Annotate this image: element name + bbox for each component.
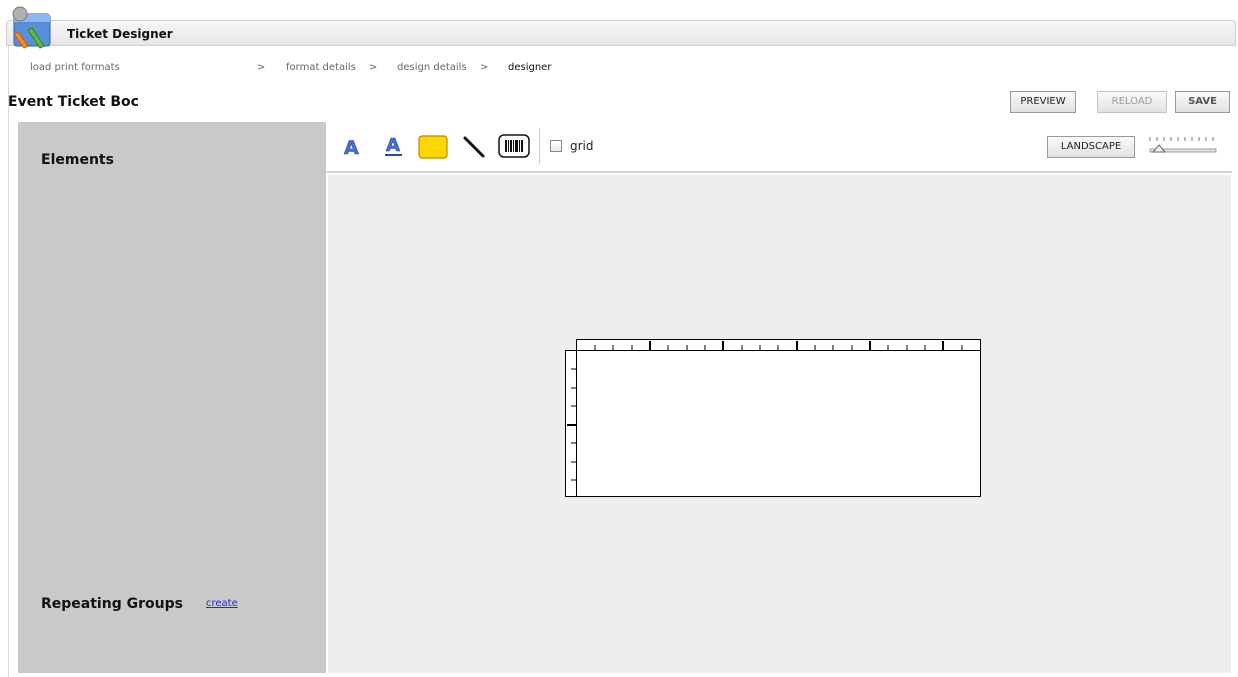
design-canvas[interactable]: [328, 175, 1231, 673]
vertical-ruler: [565, 350, 577, 497]
breadcrumb-load-print-formats[interactable]: load print formats: [30, 62, 120, 73]
barcode-icon[interactable]: [498, 134, 530, 158]
ticket-canvas[interactable]: [576, 350, 981, 497]
breadcrumb-separator: >: [369, 62, 378, 73]
repeating-groups-heading: Repeating Groups: [41, 596, 183, 612]
save-button[interactable]: SAVE: [1175, 91, 1230, 113]
elements-heading: Elements: [41, 152, 114, 168]
text-icon[interactable]: A: [342, 136, 362, 158]
page-title: Event Ticket Boc: [8, 94, 139, 110]
grid-checkbox[interactable]: [550, 140, 562, 152]
horizontal-ruler: [576, 339, 981, 351]
underlined-text-icon[interactable]: A: [384, 134, 404, 158]
breadcrumb-format-details[interactable]: format details: [286, 62, 356, 73]
breadcrumb-design-details[interactable]: design details: [397, 62, 467, 73]
breadcrumb-separator: >: [480, 62, 489, 73]
svg-text:A: A: [344, 137, 359, 158]
breadcrumb-designer: designer: [508, 62, 552, 73]
grid-label: grid: [570, 139, 594, 153]
left-panel: Elements Repeating Groups create: [18, 122, 326, 673]
rectangle-icon[interactable]: [418, 135, 448, 159]
toolbar-separator: [539, 128, 540, 164]
breadcrumb-separator: >: [257, 62, 266, 73]
designer-toolbar: A A grid LANDSCAPE: [326, 122, 1232, 173]
left-border-line: [8, 46, 9, 677]
create-repeating-group-link[interactable]: create: [206, 598, 238, 609]
app-title-bar: Ticket Designer: [6, 20, 1236, 46]
svg-text:A: A: [386, 135, 400, 156]
app-logo-icon: [12, 6, 51, 49]
landscape-button[interactable]: LANDSCAPE: [1047, 136, 1135, 158]
preview-button[interactable]: PREVIEW: [1010, 91, 1076, 113]
ticket-layout: [565, 339, 981, 497]
reload-button[interactable]: RELOAD: [1097, 91, 1167, 113]
zoom-slider[interactable]: [1148, 136, 1218, 158]
line-icon[interactable]: [462, 135, 486, 159]
app-title: Ticket Designer: [67, 27, 173, 41]
